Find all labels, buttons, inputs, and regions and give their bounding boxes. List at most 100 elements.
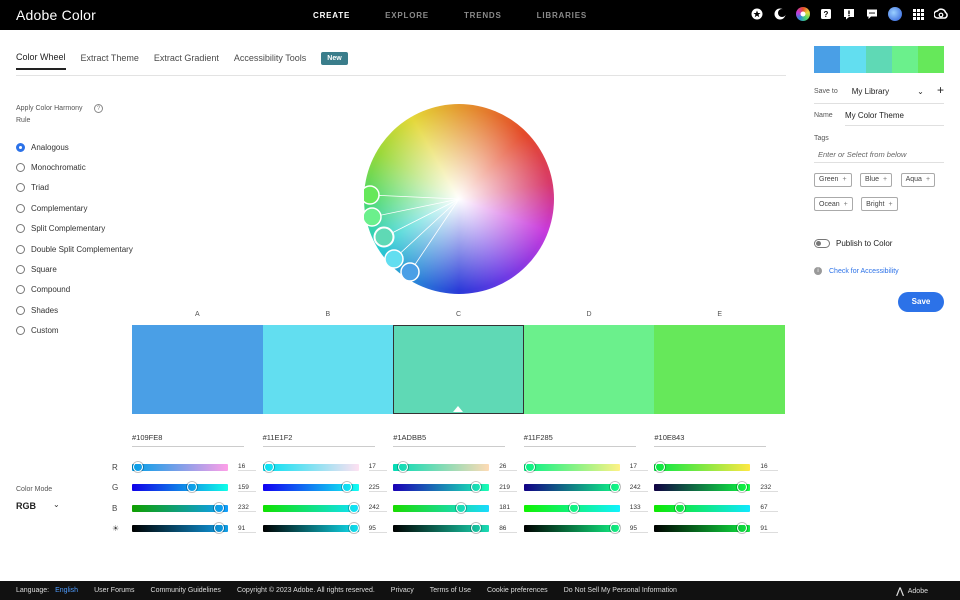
tab-accessibility-tools[interactable]: Accessibility Tools: [234, 53, 306, 69]
green-slider[interactable]: [393, 482, 490, 493]
alert-icon[interactable]: [842, 7, 856, 21]
footer-link-terms[interactable]: Terms of Use: [430, 587, 471, 594]
slider-thumb[interactable]: [397, 461, 408, 472]
tab-extract-theme[interactable]: Extract Theme: [81, 53, 139, 69]
slider-thumb[interactable]: [214, 502, 225, 513]
radio-icon[interactable]: [16, 183, 25, 193]
tag-green[interactable]: Green +: [814, 172, 852, 187]
color-wheel-icon[interactable]: [796, 7, 810, 21]
slider-thumb[interactable]: [342, 482, 353, 493]
accessibility-link[interactable]: Check for Accessibility: [829, 268, 899, 275]
blue-value-input[interactable]: 232: [238, 504, 256, 513]
slider-thumb[interactable]: [674, 502, 685, 513]
tag-bright[interactable]: Bright +: [861, 197, 898, 211]
red-slider[interactable]: [262, 461, 359, 472]
tab-extract-gradient[interactable]: Extract Gradient: [154, 53, 219, 69]
wheel-handle-c[interactable]: [373, 226, 395, 248]
save-button[interactable]: Save: [898, 292, 944, 312]
radio-icon[interactable]: [16, 305, 25, 315]
red-slider[interactable]: [132, 461, 228, 472]
swatch-b[interactable]: [262, 325, 394, 414]
green-value-input[interactable]: 219: [499, 484, 518, 492]
apps-grid-icon[interactable]: [911, 7, 925, 21]
avatar[interactable]: [888, 7, 902, 21]
library-select[interactable]: My Library: [852, 87, 889, 96]
slider-thumb[interactable]: [456, 502, 467, 513]
red-slider[interactable]: [393, 461, 490, 472]
red-value-input[interactable]: 17: [629, 463, 648, 472]
brightness-slider[interactable]: [262, 523, 359, 534]
slider-thumb[interactable]: [568, 502, 579, 513]
theme-name-input[interactable]: My Color Theme: [845, 111, 904, 120]
star-icon[interactable]: [750, 7, 764, 21]
moon-icon[interactable]: [773, 7, 787, 21]
rule-monochromatic[interactable]: Monochromatic: [16, 157, 133, 177]
brightness-slider[interactable]: [393, 523, 490, 534]
red-value-input[interactable]: 17: [368, 463, 387, 472]
footer-link-privacy[interactable]: Privacy: [391, 587, 414, 594]
footer-link-do-not-sell[interactable]: Do Not Sell My Personal Information: [564, 587, 677, 594]
green-slider[interactable]: [262, 482, 359, 493]
swatch-c[interactable]: [393, 325, 524, 414]
swatch-e[interactable]: [654, 325, 785, 414]
slider-thumb[interactable]: [736, 482, 747, 493]
color-mode-select[interactable]: RGB: [16, 501, 36, 511]
hex-input-a[interactable]: #109FE8: [132, 433, 244, 447]
brightness-slider[interactable]: [523, 523, 620, 534]
hex-input-e[interactable]: #10E843: [654, 433, 767, 447]
nav-create[interactable]: CREATE: [313, 11, 350, 20]
hex-input-b[interactable]: #11E1F2: [262, 433, 375, 447]
nav-explore[interactable]: EXPLORE: [385, 11, 429, 20]
rule-shades[interactable]: Shades: [16, 300, 133, 320]
tab-color-wheel[interactable]: Color Wheel: [16, 52, 66, 70]
brightness-value-input[interactable]: 95: [368, 525, 387, 533]
green-value-input[interactable]: 232: [760, 484, 779, 492]
red-slider[interactable]: [523, 461, 620, 472]
blue-slider[interactable]: [523, 502, 620, 513]
language-select[interactable]: English: [55, 587, 78, 594]
radio-icon[interactable]: [16, 326, 25, 336]
slider-thumb[interactable]: [736, 523, 747, 534]
blue-value-input[interactable]: 67: [760, 504, 779, 513]
slider-thumb[interactable]: [214, 523, 225, 534]
swatch-d[interactable]: [523, 325, 655, 414]
app-title[interactable]: Adobe Color: [16, 7, 96, 23]
red-value-input[interactable]: 26: [499, 463, 518, 472]
brightness-value-input[interactable]: 95: [629, 525, 648, 533]
radio-icon[interactable]: [16, 285, 25, 295]
slider-thumb[interactable]: [186, 482, 197, 493]
slider-thumb[interactable]: [525, 461, 536, 472]
wheel-handle-a[interactable]: [400, 262, 420, 282]
slider-thumb[interactable]: [348, 523, 359, 534]
green-value-input[interactable]: 225: [368, 484, 387, 492]
rule-complementary[interactable]: Complementary: [16, 198, 133, 218]
help-icon[interactable]: ?: [94, 104, 103, 113]
red-value-input[interactable]: 16: [760, 463, 779, 472]
radio-icon[interactable]: [16, 224, 25, 234]
slider-thumb[interactable]: [348, 502, 359, 513]
chevron-down-icon[interactable]: ⌄: [917, 87, 924, 96]
slider-thumb[interactable]: [609, 523, 620, 534]
green-value-input[interactable]: 242: [629, 484, 648, 492]
green-value-input[interactable]: 159: [238, 484, 256, 492]
rule-analogous[interactable]: Analogous: [16, 137, 133, 157]
radio-icon[interactable]: [16, 142, 25, 152]
tag-aqua[interactable]: Aqua +: [900, 172, 936, 187]
tags-input[interactable]: Enter or Select from below: [818, 150, 906, 159]
nav-trends[interactable]: TRENDS: [464, 11, 502, 20]
tag-blue[interactable]: Blue +: [860, 172, 893, 187]
hex-input-c[interactable]: #1ADBB5: [393, 433, 506, 447]
slider-thumb[interactable]: [470, 482, 481, 493]
hex-input-d[interactable]: #11F285: [523, 433, 636, 447]
blue-slider[interactable]: [654, 502, 751, 513]
brightness-slider[interactable]: [132, 523, 228, 534]
chevron-down-icon[interactable]: ⌄: [53, 500, 60, 509]
green-slider[interactable]: [654, 482, 751, 493]
radio-icon[interactable]: [16, 265, 25, 275]
slider-thumb[interactable]: [470, 523, 481, 534]
add-library-button[interactable]: +: [937, 84, 944, 96]
blue-value-input[interactable]: 242: [368, 504, 387, 513]
brightness-value-input[interactable]: 91: [760, 525, 779, 533]
blue-slider[interactable]: [393, 502, 490, 513]
rule-double-split-complementary[interactable]: Double Split Complementary: [16, 239, 133, 259]
